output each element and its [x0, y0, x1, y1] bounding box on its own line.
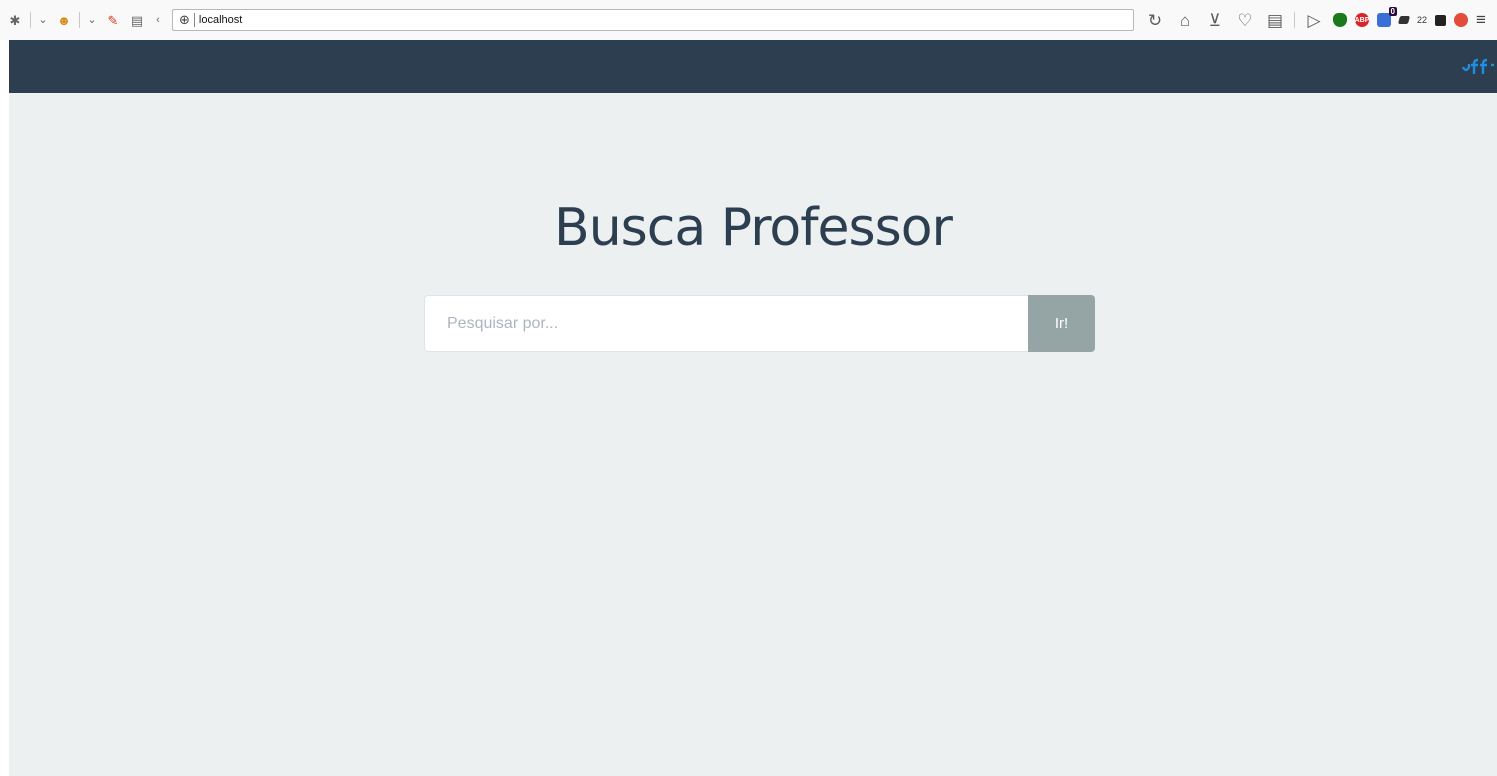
hamburger-menu-icon[interactable]: ≡: [1476, 10, 1486, 30]
page-title: Busca Professor: [554, 198, 953, 258]
search-button[interactable]: Ir!: [1028, 295, 1095, 352]
smiley-extension-icon[interactable]: ☻: [55, 11, 73, 29]
gift-extension-icon[interactable]: [1435, 14, 1447, 26]
flame-extension-icon[interactable]: ✎: [104, 11, 122, 29]
url-text[interactable]: localhost: [199, 14, 242, 26]
reader-icon[interactable]: ▤: [1264, 9, 1286, 31]
search-group: Ir!: [424, 295, 1095, 352]
red-extension-icon[interactable]: [1454, 13, 1469, 27]
bug-icon[interactable]: ✱: [6, 11, 24, 29]
globe-icon: ⊕: [179, 12, 190, 27]
back-icon[interactable]: ‹: [152, 11, 164, 29]
download-icon[interactable]: ⊻: [1204, 9, 1226, 31]
navbar: [9, 40, 1497, 93]
pocket-icon[interactable]: ♡: [1234, 9, 1256, 31]
extension-count: 22: [1417, 15, 1428, 25]
printer-icon[interactable]: ▤: [128, 11, 146, 29]
chevron-down-icon[interactable]: ⌄: [86, 11, 98, 29]
url-bar[interactable]: ⊕ localhost: [172, 9, 1134, 31]
dark-extension-icon[interactable]: [1397, 16, 1411, 24]
url-cursor: [193, 13, 195, 27]
toolbar-separator: [1294, 12, 1295, 28]
toolbar-separator: [79, 12, 80, 28]
browser-toolbar: ✱ ⌄ ☻ ⌄ ✎ ▤ ‹ ⊕ localhost ↻ ⌂ ⊻ ♡ ▤ ▷ AB…: [0, 0, 1497, 40]
page-body: Busca Professor Ir!: [9, 40, 1497, 776]
reload-icon[interactable]: ↻: [1144, 9, 1166, 31]
notification-extension-icon[interactable]: 0: [1377, 7, 1397, 27]
home-icon[interactable]: ⌂: [1174, 9, 1196, 31]
uff-logo-icon[interactable]: [1461, 54, 1495, 78]
chevron-down-icon[interactable]: ⌄: [37, 11, 49, 29]
toolbar-right: ↻ ⌂ ⊻ ♡ ▤ ▷ ABP 0 22 ≡: [1144, 7, 1486, 31]
shield-extension-icon[interactable]: [1333, 13, 1347, 27]
send-icon[interactable]: ▷: [1303, 9, 1325, 31]
search-input[interactable]: [424, 295, 1028, 352]
notification-badge: 0: [1388, 7, 1397, 16]
toolbar-separator: [30, 12, 31, 28]
adblock-icon[interactable]: ABP: [1355, 13, 1369, 27]
